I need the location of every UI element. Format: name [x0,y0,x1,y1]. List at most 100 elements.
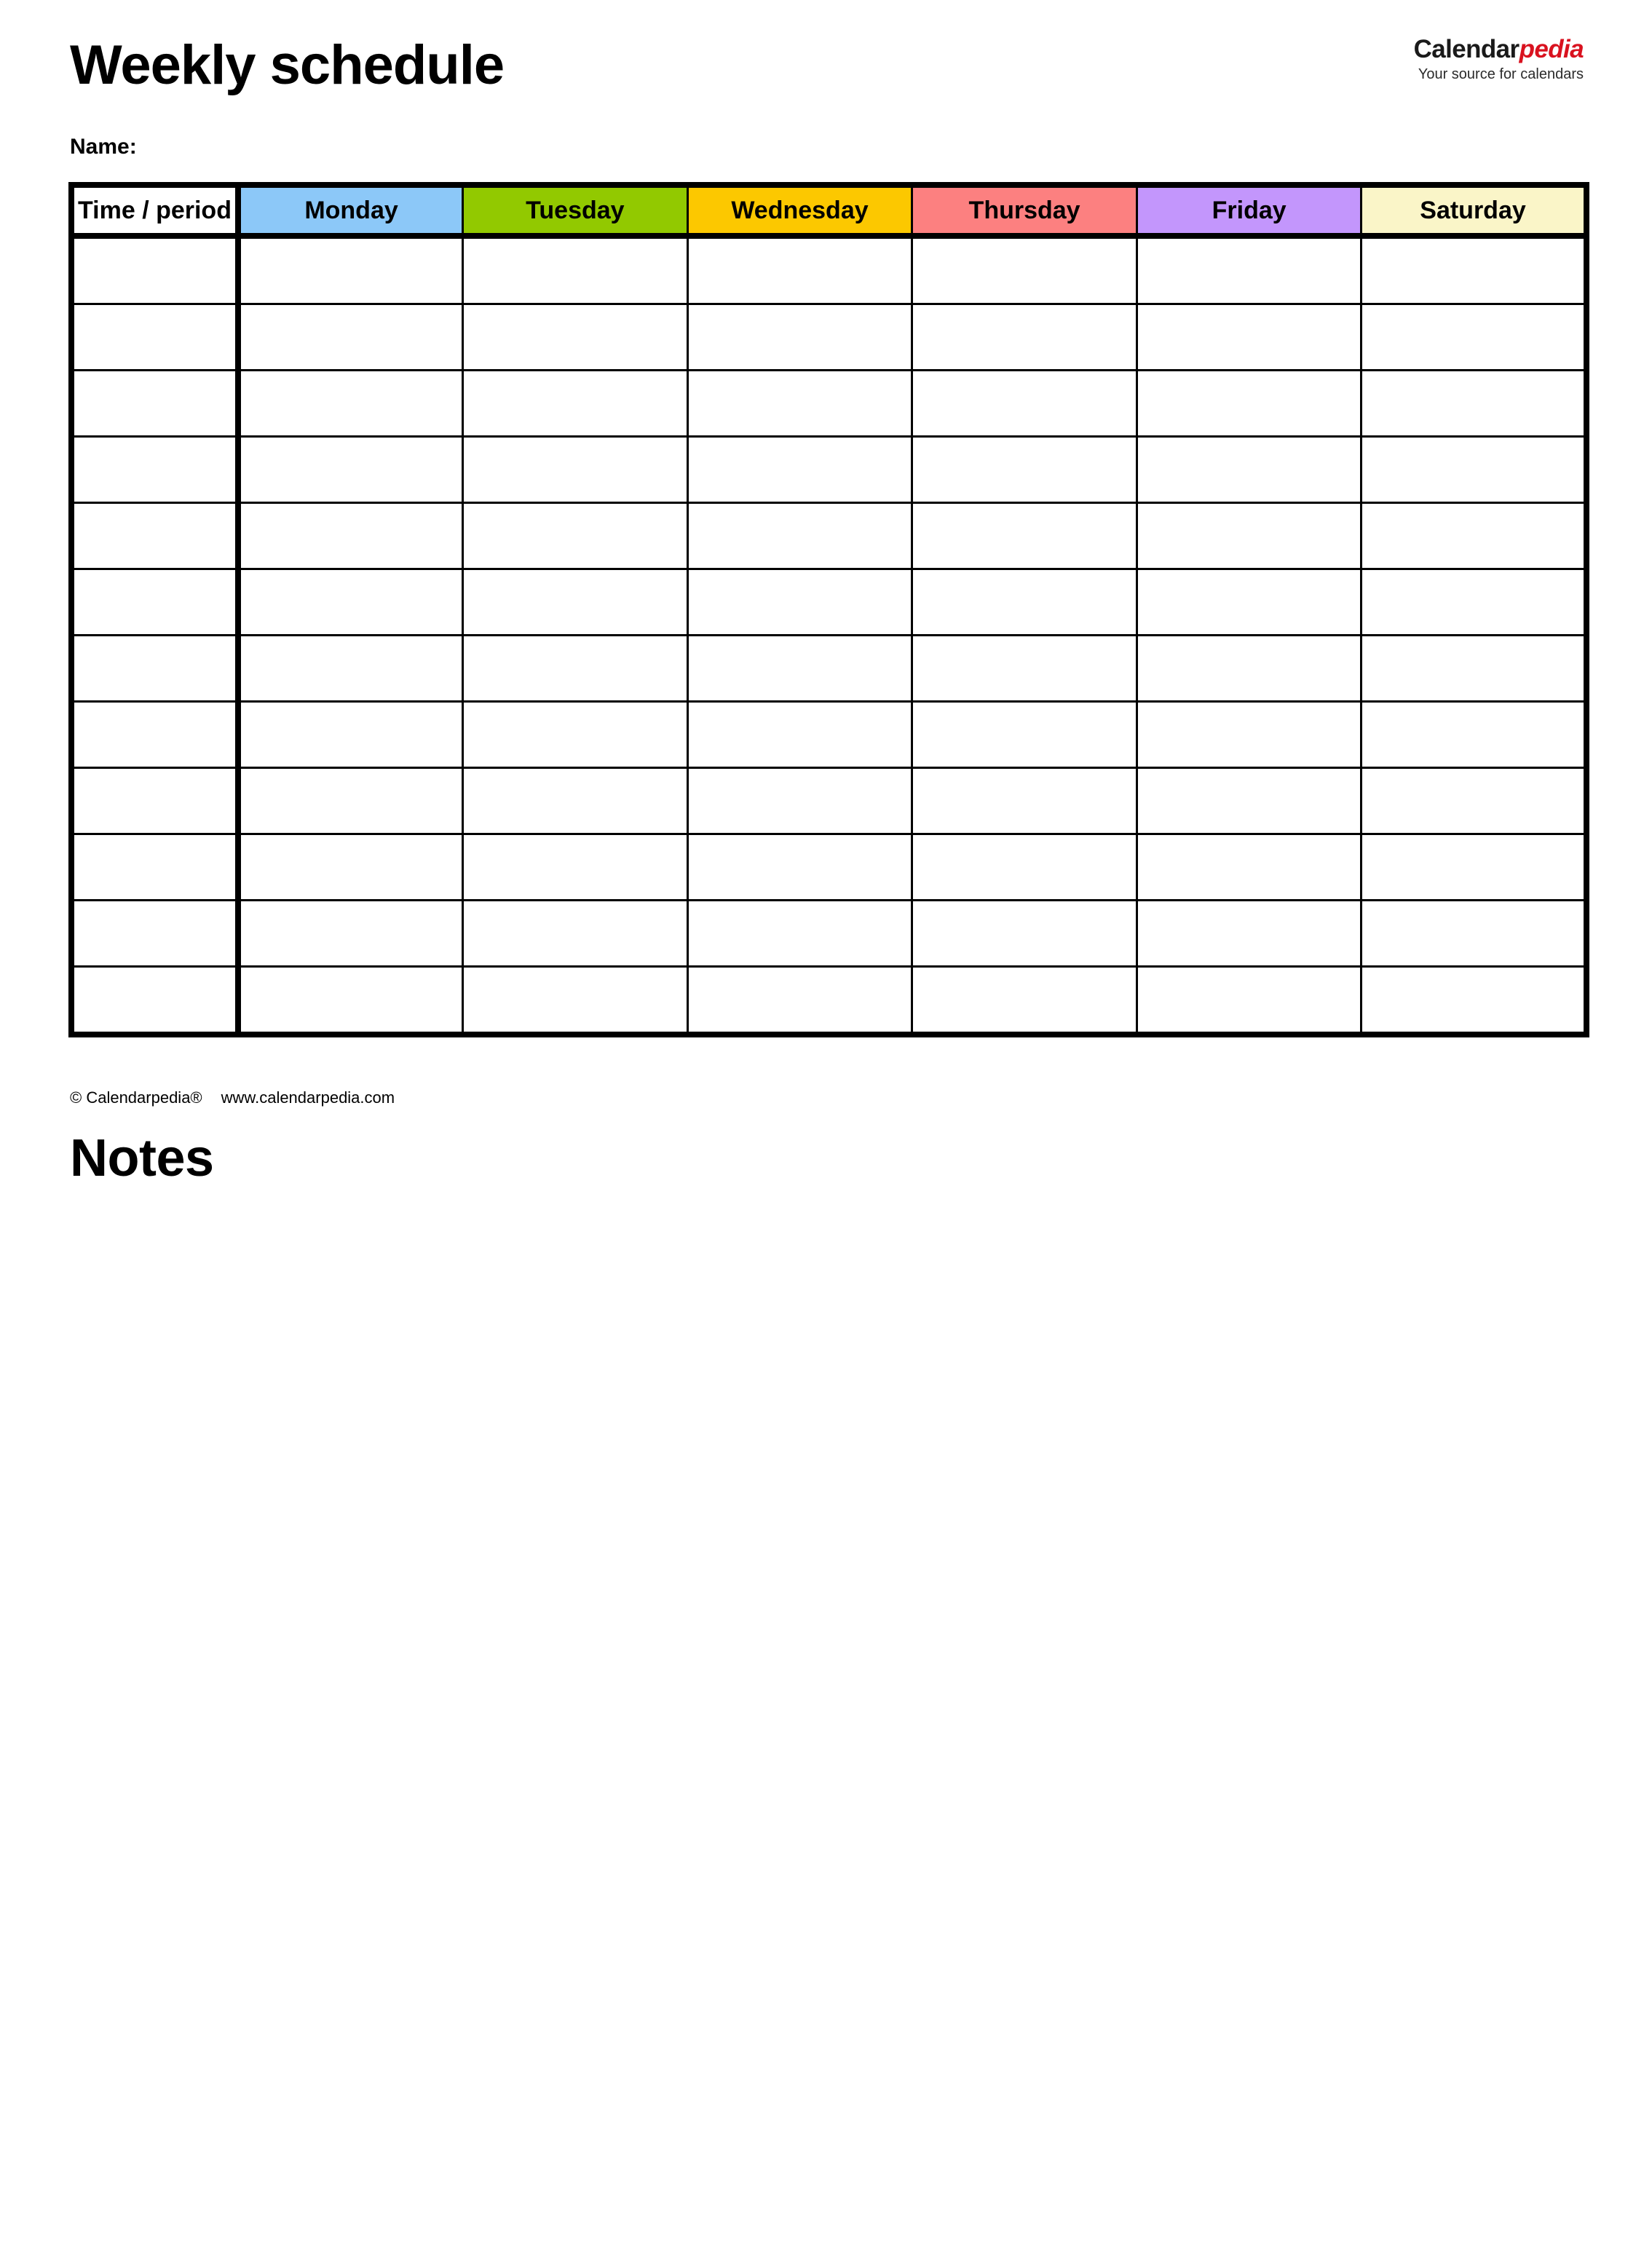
schedule-cell-wednesday[interactable] [686,435,914,504]
weekly-schedule-page: Weekly schedule Name: Calendarpedia Your… [0,0,1652,2262]
schedule-cell-saturday[interactable] [1360,767,1588,835]
schedule-cell-saturday[interactable] [1360,236,1588,305]
schedule-cell-monday[interactable] [237,899,465,968]
time-period-cell[interactable] [70,700,241,769]
schedule-cell-wednesday[interactable] [686,899,914,968]
time-period-cell[interactable] [70,502,241,570]
time-period-cell[interactable] [70,369,241,438]
website-url[interactable]: www.calendarpedia.com [221,1088,395,1107]
schedule-cell-monday[interactable] [237,767,465,835]
schedule-cell-wednesday[interactable] [686,303,914,371]
schedule-cell-friday[interactable] [1135,369,1363,438]
schedule-cell-tuesday[interactable] [462,700,689,769]
schedule-cell-saturday[interactable] [1360,700,1588,769]
time-period-cell[interactable] [70,965,241,1036]
schedule-cell-friday[interactable] [1135,634,1363,703]
schedule-cell-monday[interactable] [237,303,465,371]
schedule-cell-thursday[interactable] [911,568,1138,636]
schedule-cell-tuesday[interactable] [462,303,689,371]
schedule-cell-thursday[interactable] [911,502,1138,570]
schedule-cell-friday[interactable] [1135,435,1363,504]
schedule-cell-thursday[interactable] [911,634,1138,703]
schedule-cell-saturday[interactable] [1360,303,1588,371]
brand-name-dark: Calendar [1413,35,1520,63]
schedule-cell-monday[interactable] [237,236,465,305]
schedule-cell-friday[interactable] [1135,833,1363,901]
schedule-cell-friday[interactable] [1135,568,1363,636]
schedule-table-container: Time / period Monday Tuesday Wednesday T… [68,182,1589,1037]
time-period-cell[interactable] [70,236,241,305]
schedule-cell-thursday[interactable] [911,965,1138,1036]
schedule-cell-thursday[interactable] [911,435,1138,504]
table-row [70,369,1588,438]
schedule-cell-thursday[interactable] [911,303,1138,371]
schedule-cell-saturday[interactable] [1360,634,1588,703]
time-period-cell[interactable] [70,833,241,901]
schedule-cell-friday[interactable] [1135,965,1363,1036]
schedule-cell-monday[interactable] [237,700,465,769]
schedule-cell-saturday[interactable] [1360,369,1588,438]
column-header-friday: Friday [1135,185,1363,239]
schedule-cell-wednesday[interactable] [686,965,914,1036]
schedule-cell-friday[interactable] [1135,236,1363,305]
schedule-cell-tuesday[interactable] [462,899,689,968]
schedule-cell-monday[interactable] [237,634,465,703]
column-header-thursday: Thursday [911,185,1138,239]
time-period-cell[interactable] [70,767,241,835]
schedule-cell-wednesday[interactable] [686,502,914,570]
schedule-cell-thursday[interactable] [911,236,1138,305]
schedule-cell-tuesday[interactable] [462,435,689,504]
schedule-cell-wednesday[interactable] [686,369,914,438]
schedule-cell-thursday[interactable] [911,833,1138,901]
schedule-cell-tuesday[interactable] [462,634,689,703]
time-period-cell[interactable] [70,435,241,504]
schedule-cell-tuesday[interactable] [462,767,689,835]
time-period-cell[interactable] [70,568,241,636]
schedule-cell-tuesday[interactable] [462,568,689,636]
schedule-cell-wednesday[interactable] [686,767,914,835]
schedule-cell-wednesday[interactable] [686,634,914,703]
table-row [70,435,1588,504]
notes-writing-area[interactable] [68,1216,1584,2221]
schedule-cell-monday[interactable] [237,965,465,1036]
schedule-cell-friday[interactable] [1135,700,1363,769]
schedule-cell-wednesday[interactable] [686,568,914,636]
schedule-cell-wednesday[interactable] [686,833,914,901]
schedule-cell-thursday[interactable] [911,700,1138,769]
schedule-cell-friday[interactable] [1135,767,1363,835]
schedule-cell-monday[interactable] [237,369,465,438]
schedule-cell-friday[interactable] [1135,899,1363,968]
brand-wordmark: Calendarpedia [1414,36,1584,62]
schedule-cell-tuesday[interactable] [462,833,689,901]
schedule-cell-tuesday[interactable] [462,369,689,438]
column-header-time: Time / period [70,185,241,239]
schedule-cell-saturday[interactable] [1360,435,1588,504]
copyright-credit: © Calendarpedia® www.calendarpedia.com [70,1088,395,1107]
schedule-cell-saturday[interactable] [1360,833,1588,901]
schedule-cell-monday[interactable] [237,833,465,901]
table-row [70,502,1588,570]
schedule-cell-tuesday[interactable] [462,502,689,570]
time-period-cell[interactable] [70,899,241,968]
schedule-cell-friday[interactable] [1135,303,1363,371]
schedule-cell-saturday[interactable] [1360,965,1588,1036]
schedule-cell-friday[interactable] [1135,502,1363,570]
schedule-cell-wednesday[interactable] [686,700,914,769]
schedule-cell-thursday[interactable] [911,767,1138,835]
schedule-cell-saturday[interactable] [1360,568,1588,636]
schedule-cell-saturday[interactable] [1360,899,1588,968]
schedule-cell-thursday[interactable] [911,899,1138,968]
schedule-cell-tuesday[interactable] [462,965,689,1036]
column-header-wednesday: Wednesday [686,185,914,239]
schedule-cell-monday[interactable] [237,568,465,636]
schedule-cell-thursday[interactable] [911,369,1138,438]
schedule-cell-monday[interactable] [237,502,465,570]
time-period-cell[interactable] [70,303,241,371]
schedule-cell-tuesday[interactable] [462,236,689,305]
schedule-cell-saturday[interactable] [1360,502,1588,570]
brand-tagline: Your source for calendars [1418,66,1584,82]
schedule-cell-monday[interactable] [237,435,465,504]
table-row [70,634,1588,703]
time-period-cell[interactable] [70,634,241,703]
schedule-cell-wednesday[interactable] [686,236,914,305]
